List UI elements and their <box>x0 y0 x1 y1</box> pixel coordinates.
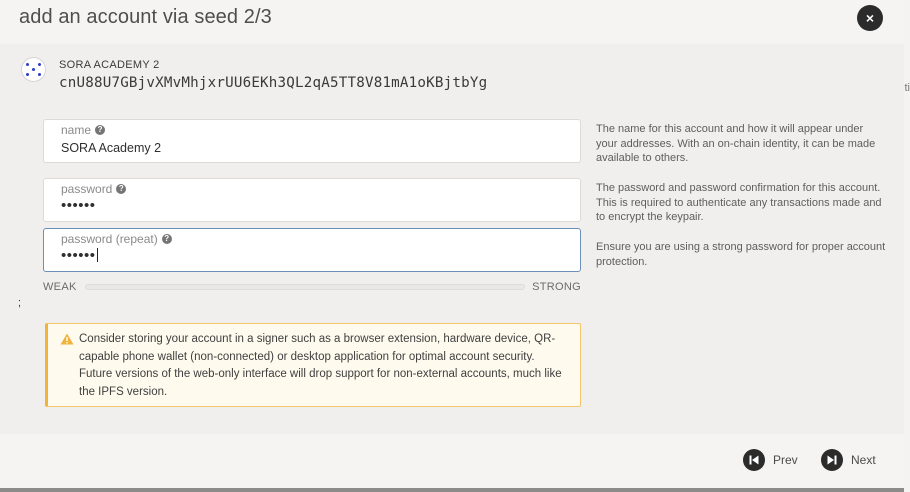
next-button[interactable]: Next <box>821 448 876 472</box>
warning-box: Consider storing your account in a signe… <box>45 323 581 407</box>
strength-strong-label: STRONG <box>532 281 581 293</box>
warning-triangle-icon <box>60 333 74 345</box>
modal-title: add an account via seed 2/3 <box>19 6 272 28</box>
background-app-edge: ti <box>904 0 910 492</box>
password-repeat-field-label: password (repeat) ? <box>61 232 172 246</box>
modal-header: add an account via seed 2/3 × <box>0 0 904 44</box>
account-name: SORA ACADEMY 2 <box>59 59 160 71</box>
next-button-label: Next <box>851 453 876 467</box>
help-icon[interactable]: ? <box>95 125 106 135</box>
password-repeat-help-text: Ensure you are using a strong password f… <box>596 241 886 268</box>
account-identicon[interactable] <box>21 57 46 82</box>
prev-button-label: Prev <box>773 453 798 467</box>
modal-content: SORA ACADEMY 2 cnU88U7GBjvXMvMhjxrUU6EKh… <box>0 44 904 434</box>
name-field[interactable]: name ? SORA Academy 2 <box>43 119 581 163</box>
name-help-text: The name for this account and how it wil… <box>596 123 876 164</box>
name-input[interactable]: SORA Academy 2 <box>61 141 161 155</box>
add-account-modal: add an account via seed 2/3 × SORA ACADE… <box>0 0 904 488</box>
password-help-text: The password and password confirmation f… <box>596 182 882 223</box>
name-field-label: name ? <box>61 123 106 137</box>
warning-text: Consider storing your account in a signe… <box>79 333 562 398</box>
step-forward-icon <box>821 449 843 471</box>
help-icon[interactable]: ? <box>116 184 127 194</box>
password-field-label: password ? <box>61 182 127 196</box>
help-icon[interactable]: ? <box>161 234 172 244</box>
password-repeat-input[interactable]: •••••• <box>61 247 98 264</box>
stray-character: ; <box>18 297 22 309</box>
close-button[interactable]: × <box>857 5 883 31</box>
step-backward-icon <box>743 449 765 471</box>
modal-footer: Prev Next <box>0 434 904 488</box>
password-field[interactable]: password ? •••••• <box>43 178 581 222</box>
strength-weak-label: WEAK <box>43 281 77 293</box>
strength-bar <box>85 284 525 290</box>
account-address: cnU88U7GBjvXMvMhjxrUU6EKh3QL2qA5TT8V81mA… <box>59 75 488 91</box>
password-strength-meter: WEAK STRONG <box>43 281 581 295</box>
password-repeat-field[interactable]: password (repeat) ? •••••• <box>43 228 581 272</box>
text-caret <box>96 248 98 262</box>
close-icon: × <box>865 10 875 26</box>
prev-button[interactable]: Prev <box>743 448 798 472</box>
background-glyph: ti <box>904 82 910 94</box>
password-input[interactable]: •••••• <box>61 197 96 214</box>
